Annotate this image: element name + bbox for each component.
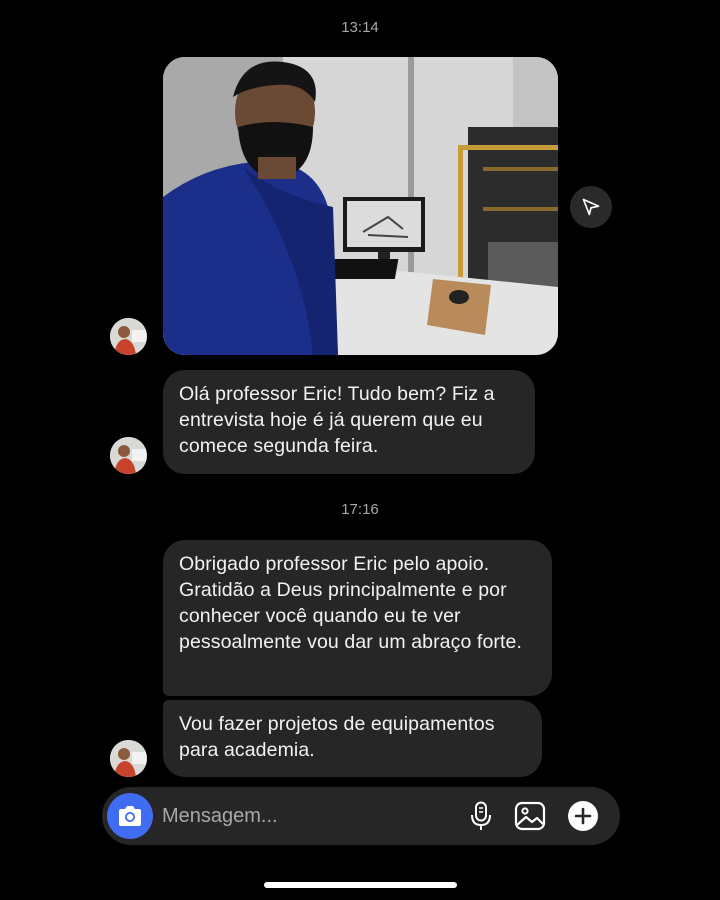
microphone-button[interactable] [464, 799, 498, 833]
message-bubble[interactable]: Vou fazer projetos de equipamentos para … [163, 700, 542, 777]
timestamp: 13:14 [341, 19, 379, 36]
camera-button[interactable] [107, 793, 153, 839]
paper-plane-icon [582, 198, 600, 216]
photo-image [163, 57, 558, 355]
avatar[interactable] [110, 740, 147, 777]
share-button[interactable] [570, 186, 612, 228]
add-button[interactable] [566, 799, 600, 833]
timestamp: 17:16 [341, 501, 379, 518]
avatar[interactable] [110, 437, 147, 474]
gallery-button[interactable] [513, 799, 547, 833]
microphone-icon [471, 801, 491, 830]
message-text: Olá professor Eric! Tudo bem? Fiz a entr… [179, 383, 495, 457]
message-bubble[interactable]: Olá professor Eric! Tudo bem? Fiz a entr… [163, 370, 535, 474]
photo-message[interactable] [163, 57, 558, 355]
camera-icon [119, 806, 141, 826]
home-indicator[interactable] [264, 882, 457, 888]
message-text: Obrigado professor Eric pelo apoio. Grat… [179, 553, 522, 653]
message-text: Vou fazer projetos de equipamentos para … [179, 713, 495, 761]
message-bubble[interactable]: Obrigado professor Eric pelo apoio. Grat… [163, 540, 552, 696]
message-composer [102, 787, 620, 845]
message-input[interactable] [162, 801, 442, 831]
plus-icon [568, 801, 598, 831]
avatar[interactable] [110, 318, 147, 355]
gallery-icon [514, 801, 546, 831]
